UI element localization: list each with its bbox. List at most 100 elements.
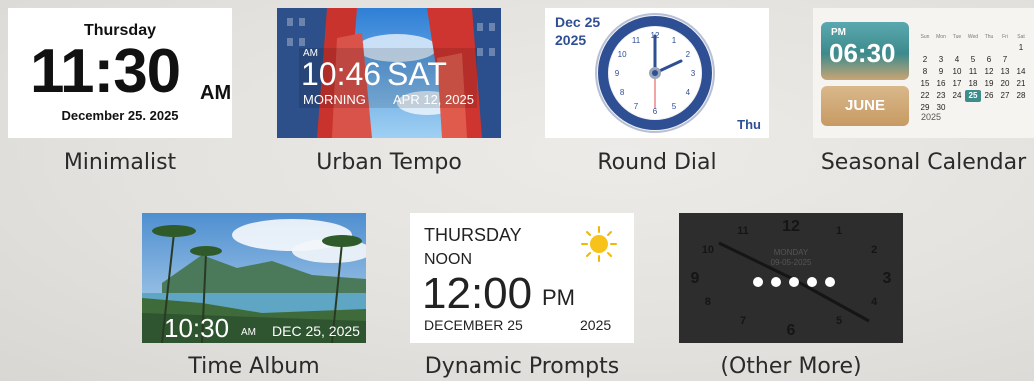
seasonal-time-panel: PM 06:30 [821, 22, 909, 80]
calendar-day: 12 [984, 67, 994, 76]
dial-numeral: 5 [672, 102, 677, 111]
theme-card-time-album[interactable]: 10:30 AM DEC 25, 2025 [142, 213, 366, 343]
theme-label-time-album: Time Album [188, 354, 320, 379]
calendar-weekday: Thu [984, 34, 994, 40]
calendar-day: 19 [984, 79, 994, 88]
seasonal-year: 2025 [921, 112, 942, 122]
dial-numeral: 12 [651, 31, 660, 40]
dial-numeral: 10 [618, 50, 627, 59]
calendar-day [1013, 102, 1029, 114]
calendar-day [997, 102, 1013, 114]
calendar-day: 3 [938, 55, 944, 64]
calendar-day: 24 [952, 91, 962, 100]
calendar-day [981, 102, 997, 114]
dial-numeral: 9 [615, 69, 620, 78]
dial-numeral: 7 [634, 102, 639, 111]
calendar-day: 23 [936, 91, 946, 100]
dynamic-period: NOON [424, 251, 472, 268]
dial-year: 2025 [555, 32, 587, 48]
theme-label-other-more: (Other More) [720, 354, 862, 379]
theme-label-urban-tempo: Urban Tempo [316, 150, 462, 175]
theme-card-dynamic-prompts[interactable]: THURSDAY NOON 12:00 PM DECEMBER 25 2025 [410, 213, 634, 343]
calendar-day: 4 [954, 55, 960, 64]
dynamic-year: 2025 [580, 317, 612, 333]
analog-clock-face: 123456789101112 [595, 13, 715, 133]
calendar-day: 10 [952, 67, 962, 76]
calendar-day: 13 [1000, 67, 1010, 76]
minimalist-date: December 25. 2025 [61, 108, 179, 123]
calendar-day [917, 42, 933, 54]
theme-card-minimalist[interactable]: Thursday 11:30 AM December 25. 2025 [8, 8, 232, 138]
theme-label-seasonal-calendar: Seasonal Calendar [820, 150, 1027, 175]
dynamic-ampm: PM [542, 285, 575, 310]
calendar-day [949, 42, 965, 54]
calendar-day: 21 [1016, 79, 1026, 88]
theme-card-other-more[interactable]: 12 1 2 3 4 5 6 7 8 9 10 11 MONDAY 09-05-2025 [679, 213, 903, 343]
dial-numeral: 3 [691, 69, 696, 78]
calendar-day [997, 42, 1013, 54]
calendar-day: 2 [922, 55, 928, 64]
calendar-day: 6 [986, 55, 992, 64]
other-day: MONDAY [773, 248, 809, 257]
seasonal-calendar-grid: Sun Mon Tue Wed Thu Fri Sat 1 2 3 4 5 6 7 8 9 10 11 12 13 14… [917, 32, 1029, 114]
theme-label-dynamic-prompts: Dynamic Prompts [424, 354, 620, 379]
seasonal-time: 06:30 [829, 38, 896, 68]
theme-card-round-dial[interactable]: Dec 25 2025 1 2 3 4 5 6 7 8 9 10 11 12 Thu [545, 8, 769, 138]
dynamic-date: DECEMBER 25 [424, 317, 523, 333]
other-date: 09-05-2025 [770, 258, 812, 267]
calendar-weekday: Wed [967, 34, 979, 40]
album-ampm: AM [241, 327, 256, 338]
calendar-weekday: Tue [952, 34, 962, 40]
calendar-day: 28 [1016, 91, 1026, 100]
theme-label-round-dial: Round Dial [597, 150, 717, 175]
calendar-weekday: Fri [1002, 34, 1008, 40]
calendar-day [981, 42, 997, 54]
minimalist-time: 11:30 [30, 37, 181, 106]
calendar-day: 7 [1002, 55, 1008, 64]
calendar-day: 22 [920, 91, 930, 100]
calendar-weekday: Sun [920, 34, 930, 40]
seasonal-month-panel: JUNE [821, 86, 909, 126]
urban-period: MORNING [303, 92, 366, 107]
dial-numeral: 2 [686, 50, 691, 59]
minimalist-ampm: AM [200, 82, 232, 104]
theme-label-minimalist: Minimalist [63, 150, 177, 175]
seasonal-month: JUNE [844, 97, 885, 114]
calendar-day: 5 [970, 55, 976, 64]
calendar-day: 11 [968, 67, 978, 76]
calendar-weekday: Mon [936, 34, 946, 40]
calendar-day: 16 [936, 79, 946, 88]
calendar-day: 17 [952, 79, 962, 88]
dial-numeral: 1 [672, 36, 677, 45]
more-dots-icon [753, 277, 835, 287]
album-time: 10:30 [164, 313, 230, 343]
calendar-day: 15 [920, 79, 930, 88]
calendar-day [933, 42, 949, 54]
theme-card-seasonal-calendar[interactable]: PM 06:30 JUNE Sun Mon Tue Wed Thu Fri Sat 1 2 3 4 5… [813, 8, 1034, 138]
calendar-day: 25 [965, 90, 981, 102]
calendar-day: 14 [1016, 67, 1026, 76]
urban-time: 10:46 [301, 56, 382, 92]
theme-card-urban-tempo[interactable]: AM 10:46 SAT MORNING APR 12, 2025 [277, 8, 501, 138]
dial-numeral: 4 [686, 88, 691, 97]
calendar-day: 26 [984, 91, 994, 100]
calendar-day: 20 [1000, 79, 1010, 88]
calendar-day [1013, 54, 1029, 66]
album-date: DEC 25, 2025 [272, 323, 360, 339]
dial-day: Thu [737, 117, 761, 132]
calendar-weekday: Sat [1017, 34, 1025, 40]
calendar-day: 27 [1000, 91, 1010, 100]
calendar-day: 8 [922, 67, 928, 76]
calendar-day [949, 102, 965, 114]
calendar-day: 18 [968, 79, 978, 88]
seasonal-ampm: PM [831, 27, 846, 38]
urban-date: APR 12, 2025 [393, 92, 474, 107]
dynamic-day: THURSDAY [424, 225, 522, 245]
calendar-day: 9 [938, 67, 944, 76]
dynamic-time: 12:00 [422, 269, 533, 318]
urban-day: SAT [387, 56, 447, 92]
sun-icon [581, 226, 617, 262]
dial-numeral: 8 [620, 88, 625, 97]
calendar-day [965, 42, 981, 54]
calendar-day [965, 102, 981, 114]
